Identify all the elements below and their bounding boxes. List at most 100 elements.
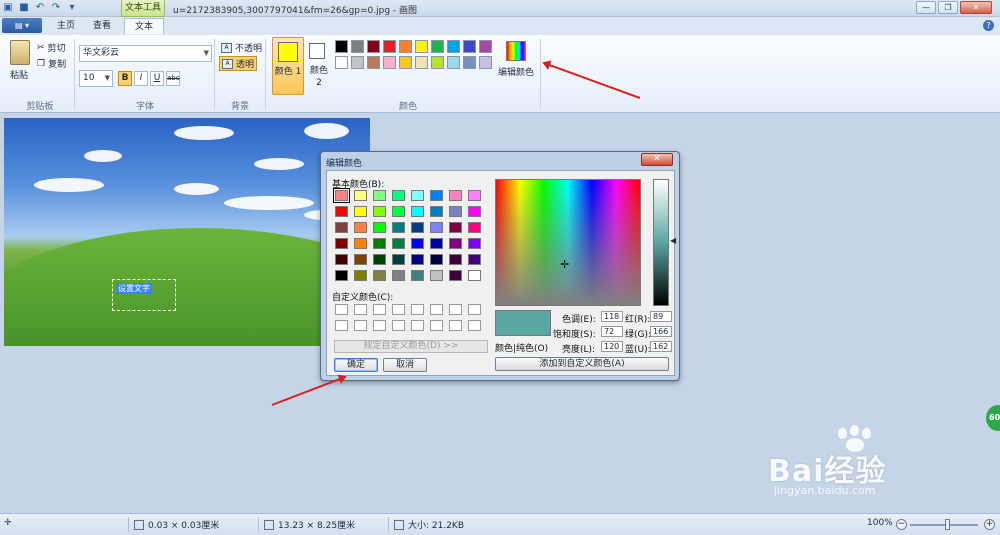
basic-color-swatch[interactable] xyxy=(468,206,481,217)
basic-color-swatch[interactable] xyxy=(430,206,443,217)
crosshair-icon[interactable]: ✛ xyxy=(560,258,569,271)
basic-color-swatch[interactable] xyxy=(430,254,443,265)
color1-button[interactable]: 颜色 1 xyxy=(272,37,304,95)
custom-color-swatch[interactable] xyxy=(411,320,424,331)
custom-color-swatch[interactable] xyxy=(430,320,443,331)
basic-color-swatch[interactable] xyxy=(392,270,405,281)
basic-color-swatch[interactable] xyxy=(335,270,348,281)
add-to-custom-colors-button[interactable]: 添加到自定义颜色(A) xyxy=(495,357,669,371)
basic-color-swatch[interactable] xyxy=(354,222,367,233)
palette-swatch[interactable] xyxy=(335,56,348,69)
redo-icon[interactable]: ↷ xyxy=(50,1,62,14)
basic-color-swatch[interactable] xyxy=(354,238,367,249)
copy-button[interactable]: ❐ 复制 xyxy=(37,57,66,71)
luminance-arrow-icon[interactable]: ◀ xyxy=(670,236,676,245)
transparent-button[interactable]: A 透明 xyxy=(219,56,258,71)
zoom-slider-thumb[interactable] xyxy=(945,519,950,530)
paste-icon[interactable] xyxy=(10,40,30,65)
basic-color-swatch[interactable] xyxy=(430,222,443,233)
palette-swatch[interactable] xyxy=(351,40,364,53)
maximize-button[interactable]: ❐ xyxy=(938,1,958,14)
custom-color-swatch[interactable] xyxy=(373,304,386,315)
file-menu-button[interactable]: ▤ ▾ xyxy=(2,18,42,33)
opaque-button[interactable]: A 不透明 xyxy=(219,40,264,55)
basic-color-swatch[interactable] xyxy=(392,222,405,233)
hue-field[interactable]: 118 xyxy=(601,311,623,322)
custom-color-swatch[interactable] xyxy=(392,304,405,315)
luminance-slider[interactable] xyxy=(653,179,669,306)
basic-color-swatch[interactable] xyxy=(411,270,424,281)
customize-qa-icon[interactable]: ▾ xyxy=(66,1,78,14)
minimize-button[interactable]: — xyxy=(916,1,936,14)
basic-color-swatch[interactable] xyxy=(354,190,367,201)
basic-color-swatch[interactable] xyxy=(392,190,405,201)
luminance-field[interactable]: 120 xyxy=(601,341,623,352)
basic-color-swatch[interactable] xyxy=(392,238,405,249)
basic-color-swatch[interactable] xyxy=(449,238,462,249)
basic-color-swatch[interactable] xyxy=(411,222,424,233)
cut-button[interactable]: ✂ 剪切 xyxy=(37,41,66,55)
basic-color-swatch[interactable] xyxy=(354,254,367,265)
canvas-image[interactable] xyxy=(4,118,370,346)
text-box-content[interactable]: 设置文字 xyxy=(116,283,152,294)
bold-button[interactable]: B xyxy=(118,71,132,86)
basic-color-swatch[interactable] xyxy=(449,222,462,233)
save-icon[interactable]: ■ xyxy=(18,1,30,14)
basic-color-swatch[interactable] xyxy=(373,270,386,281)
custom-color-swatch[interactable] xyxy=(335,320,348,331)
basic-color-swatch[interactable] xyxy=(354,206,367,217)
palette-swatch[interactable] xyxy=(415,56,428,69)
basic-color-swatch[interactable] xyxy=(411,238,424,249)
basic-color-swatch[interactable] xyxy=(449,254,462,265)
palette-swatch[interactable] xyxy=(367,40,380,53)
saturation-field[interactable]: 72 xyxy=(601,326,623,337)
palette-swatch[interactable] xyxy=(447,56,460,69)
custom-color-swatch[interactable] xyxy=(392,320,405,331)
basic-color-swatch[interactable] xyxy=(392,206,405,217)
basic-color-swatch[interactable] xyxy=(335,222,348,233)
strikethrough-button[interactable]: abc xyxy=(166,71,180,86)
basic-color-swatch[interactable] xyxy=(430,190,443,201)
basic-color-swatch[interactable] xyxy=(392,254,405,265)
green-field[interactable]: 166 xyxy=(650,326,672,337)
palette-swatch[interactable] xyxy=(383,40,396,53)
text-selection-box[interactable]: 设置文字 xyxy=(112,279,176,311)
custom-color-swatch[interactable] xyxy=(468,320,481,331)
custom-color-swatch[interactable] xyxy=(449,320,462,331)
palette-swatch[interactable] xyxy=(431,56,444,69)
basic-color-swatch[interactable] xyxy=(449,270,462,281)
basic-color-swatch[interactable] xyxy=(468,270,481,281)
basic-color-swatch[interactable] xyxy=(373,238,386,249)
basic-color-swatch[interactable] xyxy=(430,270,443,281)
palette-swatch[interactable] xyxy=(351,56,364,69)
basic-color-swatch[interactable] xyxy=(373,254,386,265)
define-custom-colors-button[interactable]: 规定自定义颜色(D) >> xyxy=(334,340,488,353)
palette-swatch[interactable] xyxy=(479,40,492,53)
custom-color-swatch[interactable] xyxy=(373,320,386,331)
paste-button[interactable]: 粘贴 xyxy=(10,68,28,81)
red-field[interactable]: 89 xyxy=(650,311,672,322)
basic-color-swatch[interactable] xyxy=(449,190,462,201)
basic-color-swatch[interactable] xyxy=(411,206,424,217)
palette-swatch[interactable] xyxy=(479,56,492,69)
custom-color-swatch[interactable] xyxy=(354,304,367,315)
custom-color-swatch[interactable] xyxy=(354,320,367,331)
cancel-button[interactable]: 取消 xyxy=(383,358,427,372)
custom-color-swatch[interactable] xyxy=(411,304,424,315)
custom-color-swatch[interactable] xyxy=(468,304,481,315)
basic-color-swatch[interactable] xyxy=(373,190,386,201)
palette-swatch[interactable] xyxy=(447,40,460,53)
italic-button[interactable]: I xyxy=(134,71,148,86)
basic-color-swatch[interactable] xyxy=(468,190,481,201)
basic-color-swatch[interactable] xyxy=(411,190,424,201)
undo-icon[interactable]: ↶ xyxy=(34,1,46,14)
tab-view[interactable]: 查看 xyxy=(86,18,118,34)
palette-swatch[interactable] xyxy=(367,56,380,69)
basic-color-swatch[interactable] xyxy=(373,222,386,233)
basic-color-swatch[interactable] xyxy=(335,206,348,217)
palette-swatch[interactable] xyxy=(383,56,396,69)
basic-color-swatch[interactable] xyxy=(333,188,350,203)
dialog-close-button[interactable]: ✕ xyxy=(641,153,673,166)
color2-button[interactable]: 颜色 2 xyxy=(306,37,332,95)
basic-color-swatch[interactable] xyxy=(354,270,367,281)
